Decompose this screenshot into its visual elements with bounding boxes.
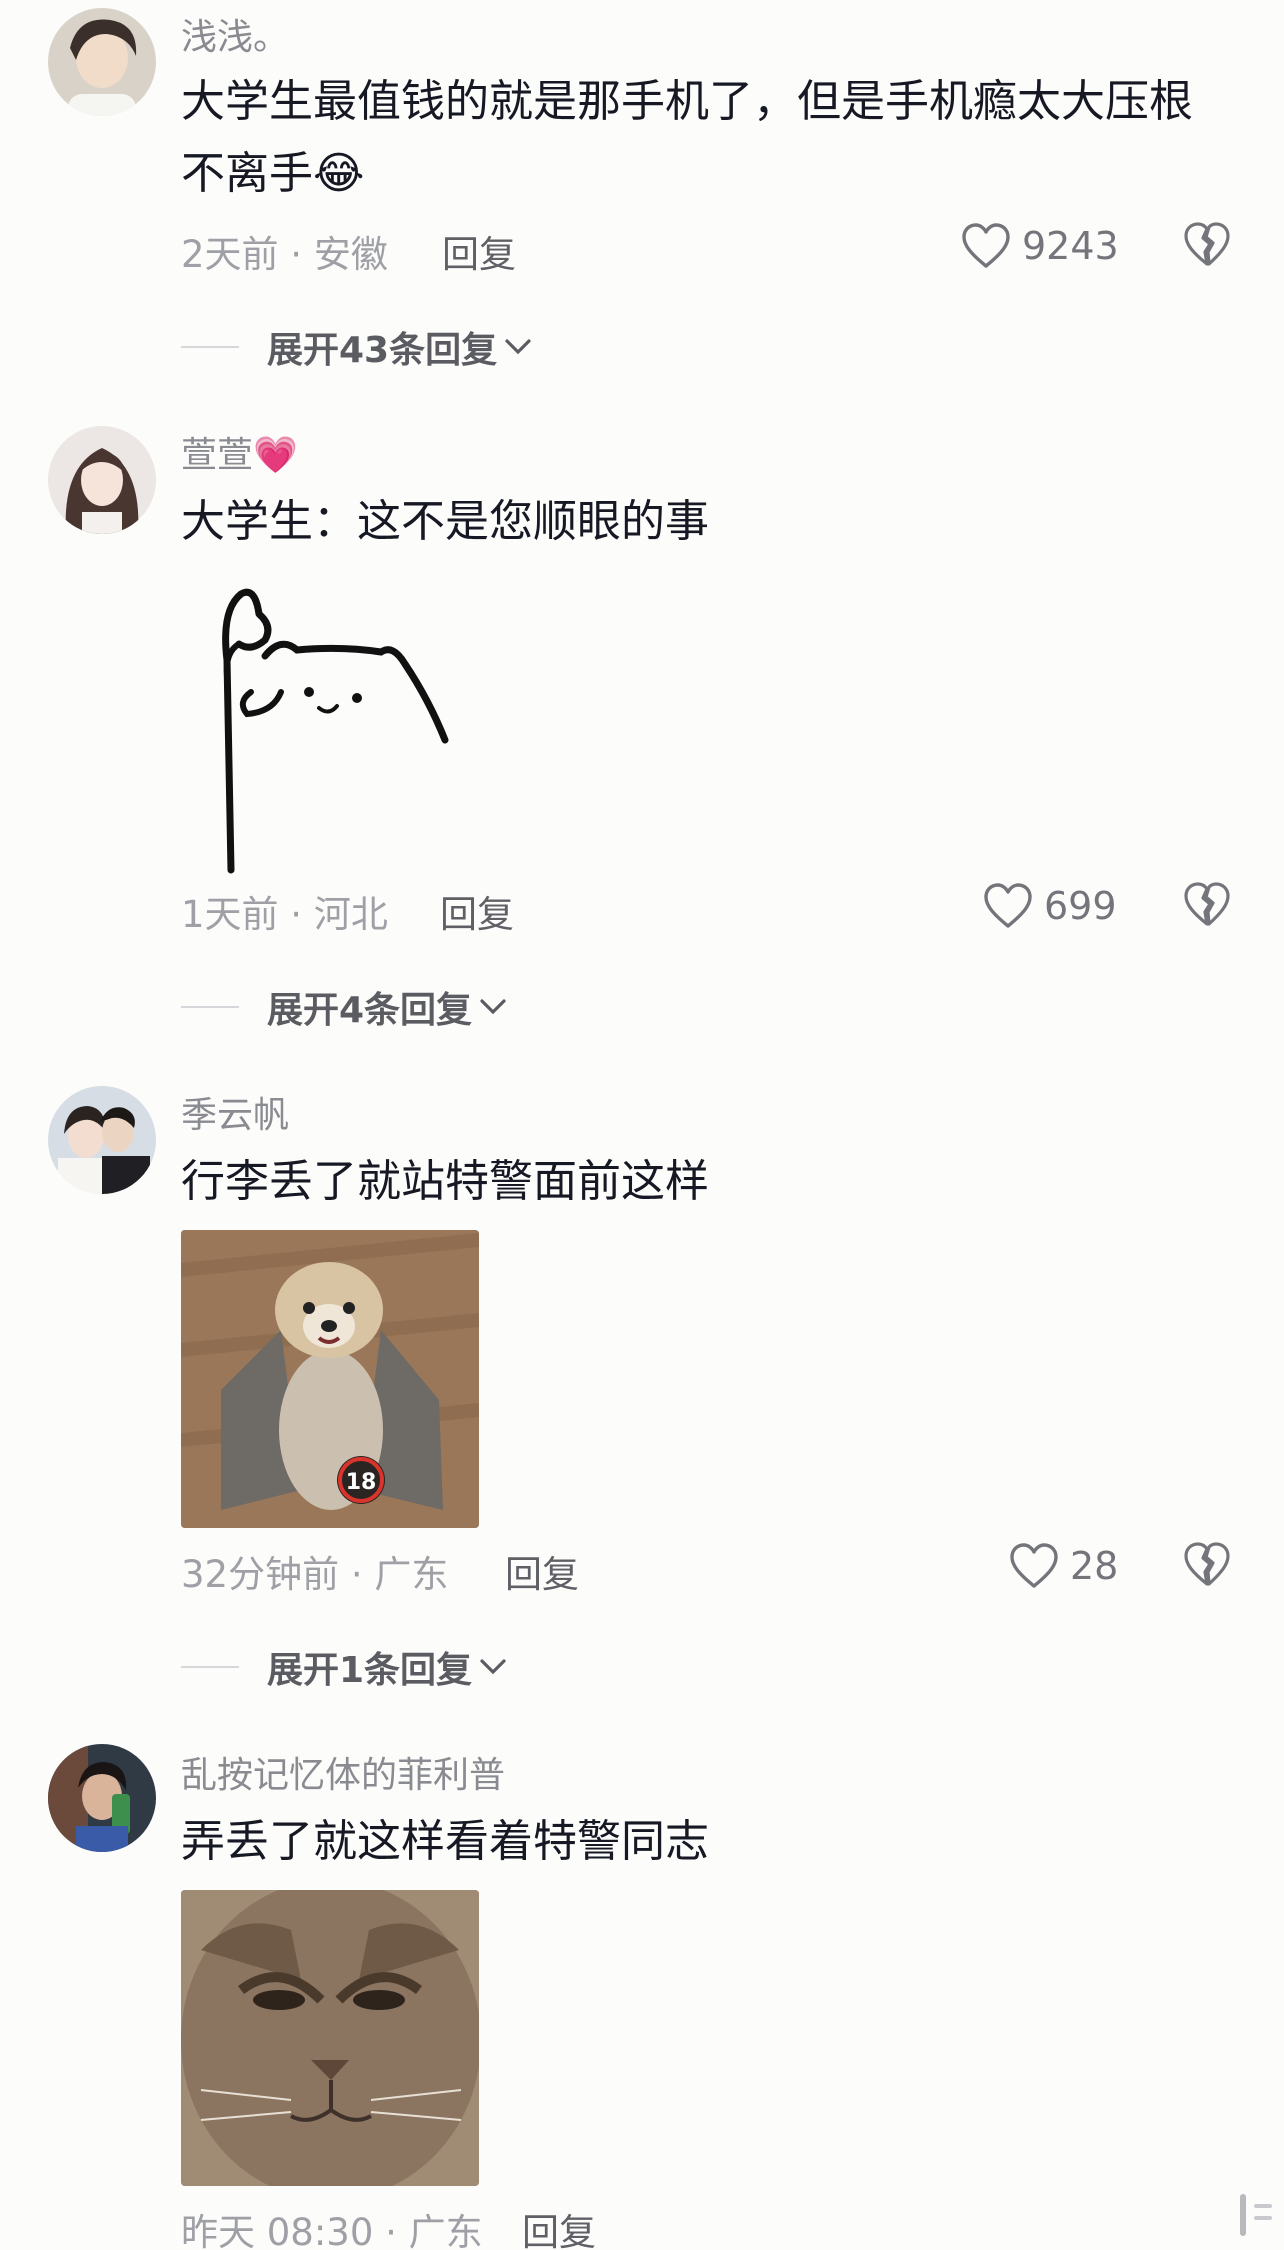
heart-outline-icon [962, 223, 1010, 268]
comment-username[interactable]: 乱按记忆体的菲利普 [181, 1746, 505, 1798]
meme-image[interactable] [181, 1890, 479, 2186]
reply-button[interactable]: 回复 [522, 2202, 596, 2250]
like-button[interactable]: 28 [1008, 1538, 1118, 1594]
heart-outline-icon [984, 883, 1032, 928]
avatar[interactable] [48, 1744, 156, 1852]
sticker-image[interactable] [181, 580, 479, 878]
comment-time-location: 昨天 08:30 · 广东 [181, 2211, 483, 2250]
expand-replies-button[interactable]: 展开4条回复 [181, 982, 510, 1032]
expand-replies-button[interactable]: 展开1条回复 [181, 1642, 510, 1692]
divider-line [181, 346, 239, 348]
comment-username[interactable]: 季云帆 [181, 1086, 289, 1138]
reply-button[interactable]: 回复 [440, 884, 514, 938]
broken-heart-icon[interactable] [1182, 880, 1232, 930]
reply-button[interactable]: 回复 [442, 224, 516, 278]
expand-replies-label: 展开4条回复 [267, 990, 473, 1031]
reply-button[interactable]: 回复 [505, 1544, 579, 1598]
broken-heart-icon[interactable] [1182, 1540, 1232, 1590]
like-count: 28 [1070, 1544, 1119, 1588]
comment-text: 大学生：这不是您顺眼的事 [181, 496, 709, 547]
divider-line [181, 1666, 239, 1668]
chevron-down-icon [480, 999, 506, 1015]
like-button[interactable]: 9243 [960, 218, 1119, 274]
meme-image[interactable]: 18 [181, 1230, 479, 1528]
chevron-down-icon [505, 339, 531, 355]
comment-text: 弄丢了就这样看着特警同志 [181, 1816, 709, 1867]
age-rating-badge: 18 [346, 1470, 377, 1495]
like-count: 699 [1044, 884, 1117, 928]
expand-replies-button[interactable]: 展开43条回复 [181, 322, 535, 372]
comment-username[interactable]: 萱萱💗 [181, 426, 298, 478]
scroll-handle-icon[interactable] [1232, 2190, 1276, 2240]
chevron-down-icon [480, 1659, 506, 1675]
comment-text: 大学生最值钱的就是那手机了，但是手机瘾太大压根不离手😂 [181, 76, 1193, 199]
divider-line [181, 1006, 239, 1008]
avatar[interactable] [48, 426, 156, 534]
heart-outline-icon [1010, 1543, 1058, 1588]
expand-replies-label: 展开1条回复 [267, 1650, 473, 1691]
broken-heart-icon[interactable] [1182, 220, 1232, 270]
like-count: 9243 [1022, 224, 1119, 268]
comment-time-location: 32分钟前 · 广东 [181, 1553, 449, 1596]
avatar[interactable] [48, 1086, 156, 1194]
comment-text: 行李丢了就站特警面前这样 [181, 1156, 709, 1207]
like-button[interactable]: 699 [982, 878, 1117, 934]
avatar[interactable] [48, 8, 156, 116]
expand-replies-label: 展开43条回复 [267, 330, 498, 371]
comment-time-location: 2天前 · 安徽 [181, 233, 388, 276]
comment-username[interactable]: 浅浅。 [181, 8, 289, 60]
comment-time-location: 1天前 · 河北 [181, 893, 388, 936]
